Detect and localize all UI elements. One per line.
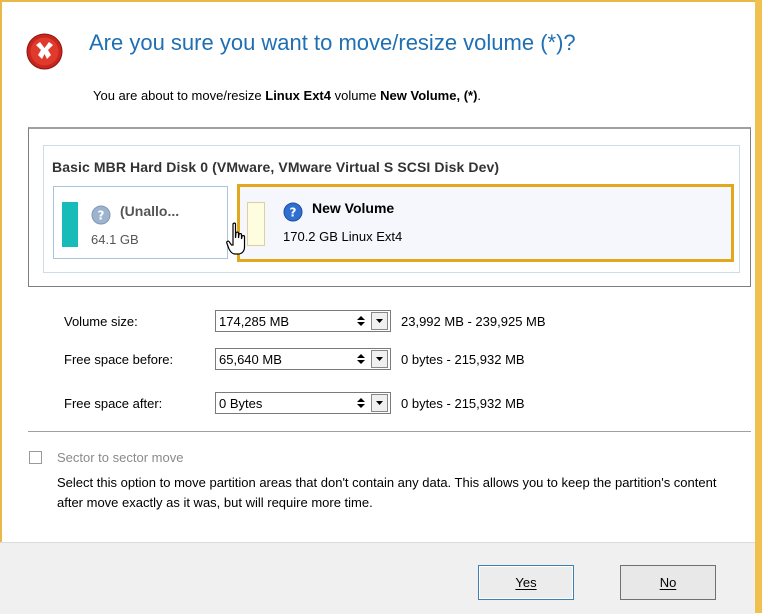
sector-move-label[interactable]: Sector to sector move <box>57 450 183 465</box>
partition-color-bar <box>62 202 78 247</box>
partition-name: (Unallo... <box>120 203 180 219</box>
svg-text:?: ? <box>290 206 297 220</box>
yes-button[interactable]: Yes <box>478 565 574 600</box>
wizard-app-icon <box>26 33 63 70</box>
spin-updown-icon[interactable] <box>353 395 369 411</box>
yes-button-label: Yes <box>478 565 574 600</box>
disk-title: Basic MBR Hard Disk 0 (VMware, VMware Vi… <box>52 159 500 175</box>
free-after-value: 0 Bytes <box>219 396 263 411</box>
volume-size-input[interactable]: 174,285 MB <box>215 310 391 332</box>
free-after-label: Free space after: <box>64 396 163 411</box>
chevron-down-icon <box>376 319 383 323</box>
question-icon: ? <box>283 202 303 222</box>
spin-updown-icon[interactable] <box>353 313 369 329</box>
dropdown-button[interactable] <box>371 394 388 412</box>
free-after-range: 0 bytes - 215,932 MB <box>401 396 525 411</box>
dropdown-button[interactable] <box>371 350 388 368</box>
window-top-border <box>0 0 762 8</box>
partition-size: 170.2 GB Linux Ext4 <box>283 229 403 244</box>
free-before-input[interactable]: 65,640 MB <box>215 348 391 370</box>
section-divider <box>28 431 751 432</box>
question-icon: ? <box>91 205 111 225</box>
free-before-value: 65,640 MB <box>219 352 282 367</box>
partition-size: 64.1 GB <box>91 232 139 247</box>
chevron-down-icon <box>376 401 383 405</box>
free-before-range: 0 bytes - 215,932 MB <box>401 352 525 367</box>
dropdown-button[interactable] <box>371 312 388 330</box>
free-after-input[interactable]: 0 Bytes <box>215 392 391 414</box>
partition-name: New Volume <box>312 200 395 216</box>
sector-move-description: Select this option to move partition are… <box>57 475 717 510</box>
free-before-label: Free space before: <box>64 352 174 367</box>
dialog-title: Are you sure you want to move/resize vol… <box>89 30 576 55</box>
svg-text:?: ? <box>98 209 105 223</box>
hand-cursor-icon <box>226 222 246 255</box>
volume-size-range: 23,992 MB - 239,925 MB <box>401 314 546 329</box>
volume-size-value: 174,285 MB <box>219 314 290 329</box>
volume-name: New Volume, (*) <box>380 88 478 103</box>
volume-size-label: Volume size: <box>64 314 138 329</box>
dialog-subtitle: You are about to move/resize Linux Ext4 … <box>93 88 482 103</box>
window-right-border <box>755 0 762 613</box>
chevron-down-icon <box>376 357 383 361</box>
partition-new-volume[interactable]: ? New Volume 170.2 GB Linux Ext4 <box>237 184 734 262</box>
sector-move-checkbox[interactable] <box>29 451 42 464</box>
spin-updown-icon[interactable] <box>353 351 369 367</box>
filesystem-name: Linux Ext4 <box>265 88 331 103</box>
no-button[interactable]: No <box>620 565 716 600</box>
disk-map: Basic MBR Hard Disk 0 (VMware, VMware Vi… <box>43 145 740 273</box>
disk-map-panel: Basic MBR Hard Disk 0 (VMware, VMware Vi… <box>28 127 751 287</box>
partition-unallocated[interactable]: ? (Unallo... 64.1 GB <box>53 186 228 259</box>
window-left-border <box>0 0 2 613</box>
no-button-label: No <box>620 565 716 600</box>
